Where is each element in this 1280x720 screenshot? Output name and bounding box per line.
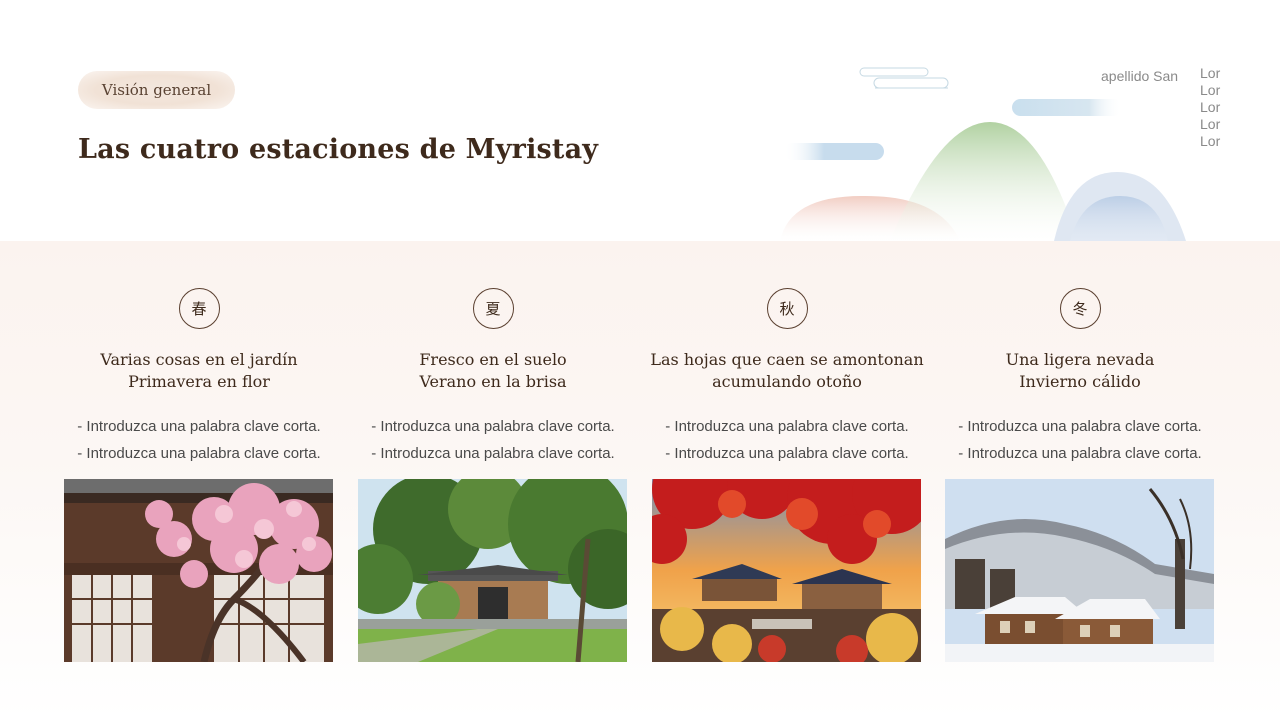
season-title-line1: Las hojas que caen se amontonan	[650, 350, 924, 369]
bullet-item: - Introduzca una palabra clave corta.	[371, 445, 615, 462]
side-list-item: Lor	[1200, 99, 1221, 115]
season-title: Las hojas que caen se amontonan acumulan…	[650, 349, 923, 393]
season-title: Fresco en el suelo Verano en la brisa	[419, 349, 566, 393]
header: Visión general Las cuatro estaciones de …	[0, 0, 1280, 241]
bullet-item: - Introduzca una palabra clave corta.	[371, 418, 615, 435]
spring-glyph: 春	[178, 288, 220, 329]
season-column-spring: 春 Varias cosas en el jardín Primavera en…	[64, 288, 334, 467]
season-title-line2: Verano en la brisa	[419, 372, 567, 391]
bullet-item: - Introduzca una palabra clave corta.	[665, 445, 909, 462]
side-list: Lor Lor Lor Lor Lor	[1200, 65, 1220, 150]
season-title-line2: acumulando otoño	[712, 372, 862, 391]
side-list-item: Lor	[1200, 116, 1221, 132]
season-title-line1: Una ligera nevada	[1005, 350, 1155, 369]
season-column-summer: 夏 Fresco en el suelo Verano en la brisa …	[358, 288, 628, 467]
season-column-autumn: 秋 Las hojas que caen se amontonan acumul…	[650, 288, 924, 467]
side-list-item: Lor	[1200, 82, 1221, 98]
winter-photo	[945, 479, 1214, 662]
mountain-decoration	[780, 67, 1186, 241]
season-title: Varias cosas en el jardín Primavera en f…	[100, 349, 297, 393]
bullet-list: - Introduzca una palabra clave corta. - …	[371, 413, 614, 467]
season-title-line2: Invierno cálido	[1019, 372, 1141, 391]
bullet-item: - Introduzca una palabra clave corta.	[665, 418, 909, 435]
winter-glyph: 冬	[1059, 288, 1101, 329]
season-title-line1: Varias cosas en el jardín	[100, 350, 298, 369]
bullet-list: - Introduzca una palabra clave corta. - …	[77, 413, 320, 467]
season-title: Una ligera nevada Invierno cálido	[1006, 349, 1155, 393]
season-title-line2: Primavera en flor	[128, 372, 270, 391]
overview-badge: Visión general	[78, 71, 235, 109]
page-title: Las cuatro estaciones de Myristay	[78, 134, 599, 165]
season-column-winter: 冬 Una ligera nevada Invierno cálido - In…	[945, 288, 1215, 467]
autumn-glyph: 秋	[766, 288, 808, 329]
side-list-item: Lor	[1200, 65, 1221, 81]
bullet-list: - Introduzca una palabra clave corta. - …	[665, 413, 908, 467]
spring-photo	[64, 479, 333, 662]
bullet-item: - Introduzca una palabra clave corta.	[958, 418, 1202, 435]
summer-photo	[358, 479, 627, 662]
summer-glyph: 夏	[472, 288, 514, 329]
bullet-item: - Introduzca una palabra clave corta.	[77, 418, 321, 435]
side-list-item: Lor	[1200, 133, 1221, 149]
bullet-item: - Introduzca una palabra clave corta.	[958, 445, 1202, 462]
season-title-line1: Fresco en el suelo	[419, 350, 567, 369]
autumn-photo	[652, 479, 921, 662]
bullet-item: - Introduzca una palabra clave corta.	[77, 445, 321, 462]
bullet-list: - Introduzca una palabra clave corta. - …	[958, 413, 1201, 467]
